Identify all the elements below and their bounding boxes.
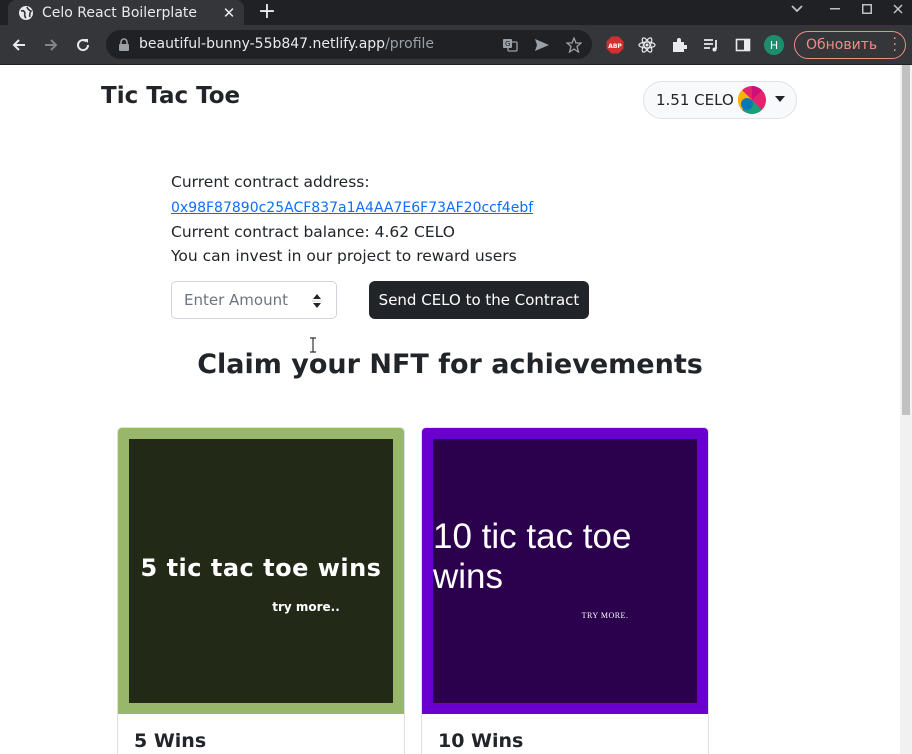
wallet-balance: 1.51 CELO: [656, 91, 734, 109]
nft-image-text: 5 tic tac toe wins: [140, 554, 382, 582]
translate-icon[interactable]: G: [502, 37, 518, 53]
nft-section-title: Claim your NFT for achievements: [197, 349, 703, 380]
extensions-puzzle-icon[interactable]: [670, 36, 688, 54]
lock-icon[interactable]: [117, 37, 131, 51]
wallet-button[interactable]: 1.51 CELO: [643, 81, 797, 119]
nft-image-frame: 5 tic tac toe wins try more..: [118, 428, 404, 714]
close-window-icon[interactable]: [889, 0, 907, 18]
contract-address-link[interactable]: 0x98F87890c25ACF837a1A4AA7E6F73AF20ccf4e…: [171, 200, 533, 216]
bookmark-star-icon[interactable]: [566, 37, 582, 53]
side-panel-icon[interactable]: [734, 36, 752, 54]
nft-image-subtext: TRY MORE.: [581, 610, 629, 620]
update-label: Обновить: [806, 37, 878, 53]
invest-text: You can invest in our project to reward …: [171, 247, 517, 265]
minimize-icon[interactable]: [826, 0, 844, 18]
page-content: Tic Tac Toe 1.51 CELO Current contract a…: [0, 65, 900, 754]
react-devtools-icon[interactable]: [638, 36, 656, 54]
address-bar[interactable]: beautiful-bunny-55b847.netlify.app/profi…: [106, 30, 592, 59]
caret-down-icon: [775, 96, 785, 102]
svg-text:G: G: [505, 40, 510, 48]
new-tab-icon[interactable]: +: [256, 0, 278, 24]
update-browser-button[interactable]: Обновить · · ·: [794, 31, 906, 59]
tab-close-icon[interactable]: ✕: [220, 4, 238, 22]
number-spinner-icon[interactable]: [312, 291, 322, 311]
contract-address-label: Current contract address: 0x98F87890c25A…: [171, 173, 534, 216]
maximize-icon[interactable]: [858, 0, 876, 18]
amount-input[interactable]: Enter Amount: [171, 281, 337, 319]
reload-icon[interactable]: [73, 35, 93, 55]
profile-avatar[interactable]: H: [764, 35, 784, 55]
url-text[interactable]: beautiful-bunny-55b847.netlify.app/profi…: [139, 36, 434, 52]
contract-info: Current contract address: 0x98F87890c25A…: [171, 170, 631, 268]
tab-search-icon[interactable]: [788, 0, 806, 18]
adblock-plus-icon[interactable]: ABP: [606, 36, 624, 54]
nft-card-10-wins[interactable]: 10 tic tac toe wins TRY MORE. 10 Wins: [421, 427, 709, 754]
brand-title[interactable]: Tic Tac Toe: [101, 83, 240, 109]
browser-toolbar: beautiful-bunny-55b847.netlify.app/profi…: [0, 25, 912, 65]
svg-text:ABP: ABP: [608, 43, 622, 50]
page-scrollbar[interactable]: [900, 65, 912, 754]
nft-image-subtext: try more..: [272, 600, 340, 614]
nft-image-text: 10 tic tac toe wins: [433, 516, 632, 596]
back-icon[interactable]: [9, 35, 29, 55]
nft-image: 10 tic tac toe wins TRY MORE.: [433, 439, 697, 703]
more-menu-icon[interactable]: · · ·: [893, 32, 897, 58]
amount-placeholder: Enter Amount: [184, 291, 288, 309]
contract-balance: Current contract balance: 4.62 CELO: [171, 223, 455, 241]
nft-image: 5 tic tac toe wins try more..: [129, 439, 393, 703]
send-tab-icon[interactable]: [534, 37, 550, 53]
tab-title: Celo React Boilerplate: [42, 4, 197, 21]
nft-card-title: 10 Wins: [438, 730, 524, 752]
nft-image-frame: 10 tic tac toe wins TRY MORE.: [422, 428, 708, 714]
wallet-avatar: [738, 86, 766, 114]
media-playlist-icon[interactable]: [702, 36, 720, 54]
send-celo-button[interactable]: Send CELO to the Contract: [369, 281, 589, 319]
scrollbar-thumb[interactable]: [902, 65, 910, 415]
nft-card-title: 5 Wins: [134, 730, 207, 752]
nft-card-5-wins[interactable]: 5 tic tac toe wins try more.. 5 Wins: [117, 427, 405, 754]
globe-icon: [18, 5, 34, 21]
forward-icon[interactable]: [41, 35, 61, 55]
browser-tab[interactable]: Celo React Boilerplate ✕: [8, 0, 244, 25]
browser-titlebar: Celo React Boilerplate ✕ +: [0, 0, 912, 25]
